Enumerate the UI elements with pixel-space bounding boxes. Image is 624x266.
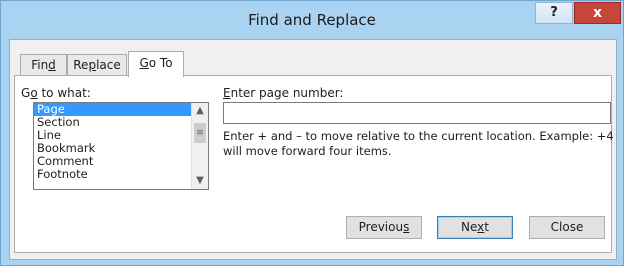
dialog-title: Find and Replace: [248, 11, 376, 29]
tab-find[interactable]: Find: [20, 54, 67, 76]
help-button[interactable]: ?: [535, 2, 573, 24]
scroll-down-icon[interactable]: ▼: [192, 173, 208, 189]
close-icon: x: [592, 5, 603, 21]
next-button[interactable]: Next: [437, 216, 513, 239]
scroll-up-icon[interactable]: ▲: [192, 103, 208, 119]
help-icon: ?: [550, 5, 558, 20]
list-scrollbar[interactable]: ▲ ≡ ▼: [191, 103, 208, 189]
title-bar[interactable]: Find and Replace ? x: [1, 1, 623, 39]
go-to-what-list[interactable]: Page Section Line Bookmark Comment Footn…: [33, 102, 209, 190]
previous-button[interactable]: Previous: [346, 216, 422, 239]
close-button[interactable]: Close: [529, 216, 605, 239]
list-item[interactable]: Footnote: [34, 168, 208, 181]
go-to-what-label: Go to what:: [21, 86, 91, 100]
tab-go-to[interactable]: Go To: [128, 51, 184, 77]
close-window-button[interactable]: x: [574, 2, 621, 24]
scroll-thumb[interactable]: ≡: [194, 123, 206, 143]
tab-replace[interactable]: Replace: [67, 54, 127, 76]
go-to-hint-text: Enter + and – to move relative to the cu…: [223, 129, 614, 158]
page-number-input[interactable]: [223, 102, 611, 124]
enter-page-number-label: Enter page number:: [223, 86, 344, 100]
find-replace-dialog: Find and Replace ? x Find Replace Go To …: [0, 0, 624, 266]
